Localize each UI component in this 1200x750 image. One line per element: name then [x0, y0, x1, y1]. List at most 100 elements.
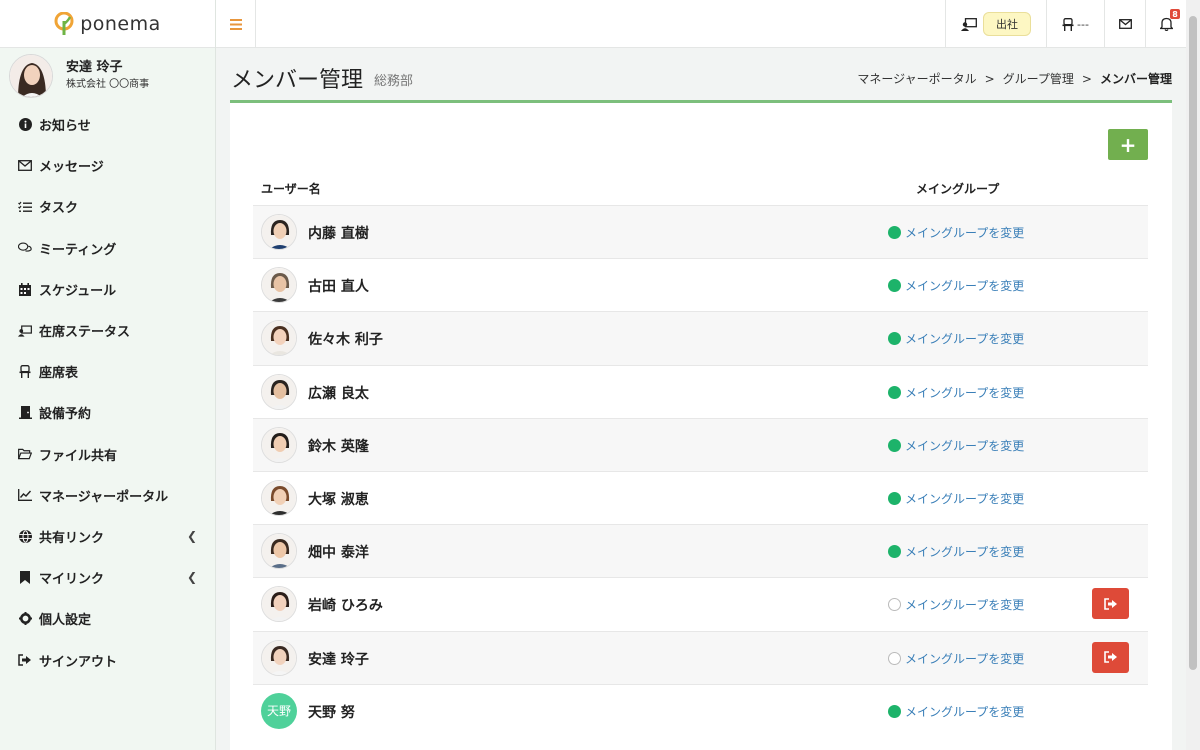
sidebar-item-label: 設備予約: [39, 407, 92, 423]
app-logo[interactable]: ponema: [0, 0, 215, 48]
member-list-card: + ユーザー名 メイングループ 内藤 直樹 メイングループを変更 古田 直人 メイング…: [230, 100, 1172, 750]
change-main-group-link[interactable]: メイングループを変更: [905, 437, 1024, 454]
avatar: [9, 54, 53, 98]
sidebar-item-label: 座席表: [39, 366, 79, 382]
envelope-icon: [18, 159, 32, 173]
sidebar-item-tasks[interactable]: タスク: [0, 186, 215, 227]
breadcrumb-current: メンバー管理: [1099, 72, 1172, 86]
avatar[interactable]: [261, 639, 297, 676]
top-bar: 出社 --- 8: [216, 0, 1186, 48]
presence-status-button[interactable]: 出社: [945, 0, 1046, 48]
chevron-left-icon: ❮: [186, 570, 197, 585]
change-main-group-link[interactable]: メイングループを変更: [905, 543, 1024, 560]
sidebar-item-seating[interactable]: 座席表: [0, 351, 215, 392]
table-row: 岩崎 ひろみ メイングループを変更: [253, 577, 1148, 630]
sidebar-item-shared-links[interactable]: 共有リンク ❮: [0, 516, 215, 557]
seat-button[interactable]: ---: [1046, 0, 1104, 48]
breadcrumb-manager-portal[interactable]: マネージャーポータル: [857, 72, 976, 86]
table-row: 広瀬 良太 メイングループを変更: [253, 364, 1148, 418]
table-row: 鈴木 英隆 メイングループを変更: [253, 417, 1148, 471]
breadcrumb-separator: >: [1081, 72, 1092, 86]
envelope-icon: [1118, 19, 1132, 29]
sidebar-item-manager-portal[interactable]: マネージャーポータル: [0, 475, 215, 516]
chair-icon: [18, 365, 32, 379]
chat-icon: [18, 241, 32, 255]
table-row: 安達 玲子 メイングループを変更: [253, 630, 1148, 684]
chart-icon: [18, 488, 32, 502]
messages-button[interactable]: [1104, 0, 1145, 48]
calendar-icon: [18, 282, 32, 296]
change-main-group-link[interactable]: メイングループを変更: [905, 277, 1024, 294]
avatar[interactable]: [261, 267, 297, 304]
sidebar-item-file-share[interactable]: ファイル共有: [0, 434, 215, 475]
avatar[interactable]: [261, 533, 297, 570]
main-group-active-indicator: [888, 491, 901, 505]
avatar[interactable]: [261, 373, 297, 410]
remove-member-button[interactable]: [1092, 641, 1129, 673]
member-name: 鈴木 英隆: [308, 438, 369, 455]
sidebar-item-schedule[interactable]: スケジュール: [0, 269, 215, 310]
sidebar-item-label: メッセージ: [39, 160, 104, 176]
sidebar-item-presence[interactable]: 在席ステータス: [0, 310, 215, 351]
profile-name: 安達 玲子: [66, 60, 123, 75]
scrollbar-thumb[interactable]: [1189, 16, 1197, 670]
hamburger-icon: [229, 18, 242, 30]
info-icon: [18, 118, 32, 132]
sidebar-item-messages[interactable]: メッセージ: [0, 145, 215, 186]
page-scrollbar[interactable]: [1186, 0, 1200, 750]
sidebar-item-personal-settings[interactable]: 個人設定: [0, 598, 215, 639]
sidebar-item-label: サインアウト: [39, 654, 118, 670]
menu-toggle-button[interactable]: [216, 0, 256, 48]
change-main-group-link[interactable]: メイングループを変更: [905, 650, 1024, 667]
table-row: 内藤 直樹 メイングループを変更: [253, 205, 1148, 259]
avatar[interactable]: [261, 479, 297, 516]
table-row: 大塚 淑恵 メイングループを変更: [253, 470, 1148, 524]
member-name: 佐々木 利子: [308, 332, 383, 349]
sidebar-item-label: スケジュール: [39, 283, 117, 299]
change-main-group-link[interactable]: メイングループを変更: [905, 703, 1024, 720]
member-name: 古田 直人: [308, 279, 369, 296]
table-row: 古田 直人 メイングループを変更: [253, 258, 1148, 311]
avatar[interactable]: [261, 586, 297, 623]
checklist-icon: [18, 200, 32, 214]
change-main-group-link[interactable]: メイングループを変更: [905, 330, 1024, 347]
change-main-group-link[interactable]: メイングループを変更: [905, 224, 1024, 241]
page-subtitle: 総務部: [374, 74, 414, 89]
sidebar-item-label: 在席ステータス: [39, 325, 131, 341]
sidebar-item-label: マネージャーポータル: [39, 489, 169, 505]
user-profile[interactable]: 安達 玲子 株式会社 〇〇商事: [0, 48, 215, 104]
change-main-group-link[interactable]: メイングループを変更: [905, 596, 1024, 613]
sidebar-item-my-links[interactable]: マイリンク ❮: [0, 557, 215, 598]
sidebar-item-facility-booking[interactable]: 設備予約: [0, 392, 215, 433]
globe-icon: [18, 529, 32, 543]
sidebar-item-notices[interactable]: お知らせ: [0, 104, 215, 145]
page-title: メンバー管理: [231, 68, 364, 93]
main-group-inactive-indicator: [888, 651, 901, 665]
main-group-active-indicator: [888, 332, 901, 346]
sidebar-item-sign-out[interactable]: サインアウト: [0, 639, 215, 680]
sidebar-item-label: ファイル共有: [39, 448, 118, 464]
member-table: 内藤 直樹 メイングループを変更 古田 直人 メイングループを変更 佐々木 利子 メイング…: [253, 205, 1148, 737]
remove-member-button[interactable]: [1092, 588, 1129, 620]
profile-company: 株式会社 〇〇商事: [66, 79, 150, 90]
sidebar-item-meetings[interactable]: ミーティング: [0, 228, 215, 269]
avatar[interactable]: [261, 214, 297, 250]
sidebar: ponema 安達 玲子 株式会社 〇〇商事 お知らせ メッセージ タスク ミー…: [0, 0, 216, 750]
breadcrumb-group-management[interactable]: グループ管理: [1003, 72, 1074, 86]
table-row: 佐々木 利子 メイングループを変更: [253, 311, 1148, 365]
main-group-active-indicator: [888, 279, 901, 293]
member-name: 広瀬 良太: [308, 385, 369, 402]
add-member-button[interactable]: +: [1108, 129, 1148, 160]
change-main-group-link[interactable]: メイングループを変更: [905, 490, 1024, 507]
main-group-active-indicator: [888, 226, 901, 239]
app-name: ponema: [80, 12, 161, 35]
plus-icon: +: [1119, 132, 1137, 157]
notifications-button[interactable]: 8: [1145, 0, 1186, 48]
bookmark-icon: [18, 571, 32, 585]
change-main-group-link[interactable]: メイングループを変更: [905, 384, 1024, 401]
main-group-inactive-indicator: [888, 598, 901, 612]
avatar[interactable]: 天野: [261, 692, 297, 729]
avatar[interactable]: [261, 426, 297, 463]
sidebar-item-label: タスク: [39, 201, 79, 217]
avatar[interactable]: [261, 320, 297, 357]
